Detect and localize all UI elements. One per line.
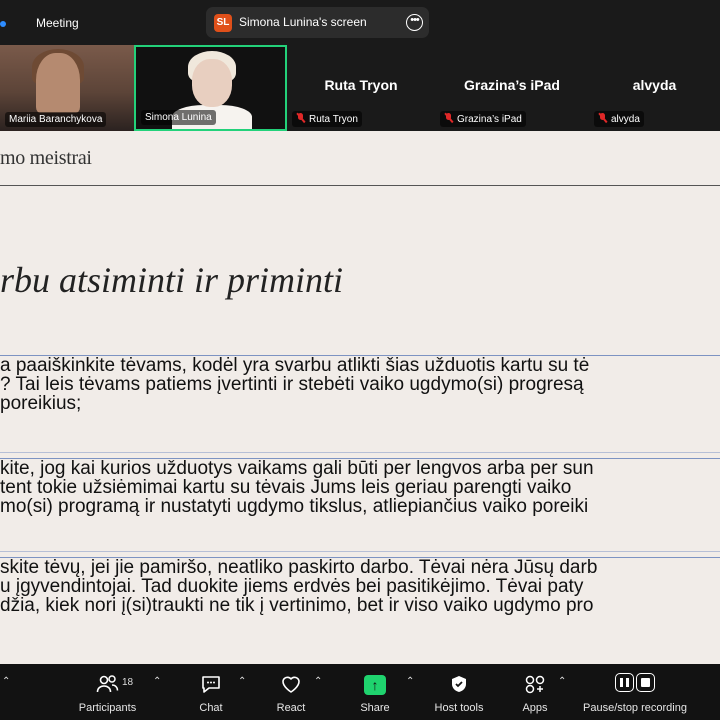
recording-label: Pause/stop recording bbox=[583, 702, 687, 714]
slide-text-block: kite, jog kai kurios užduotys vaikams ga… bbox=[0, 458, 720, 516]
slide-text-line: mo(si) programą ir nustatyti ugdymo tiks… bbox=[0, 496, 589, 516]
participant-tile-ruta[interactable]: Ruta Tryon Ruta Tryon bbox=[287, 45, 435, 131]
block-divider bbox=[0, 551, 720, 552]
participant-tile-grazina[interactable]: Grazina’s iPad Grazina’s iPad bbox=[435, 45, 589, 131]
slide-text-line: džia, kiek nori į(si)traukti ne tik į ve… bbox=[0, 595, 594, 615]
react-button[interactable]: React bbox=[266, 664, 316, 720]
slide-text-line: skite tėvų, jei jie pamiršo, neatliko pa… bbox=[0, 557, 598, 578]
participant-name-tag: alvyda bbox=[594, 111, 644, 127]
record-controls-icon bbox=[614, 673, 656, 698]
participants-icon bbox=[96, 674, 120, 700]
participant-video-person bbox=[36, 53, 80, 113]
participant-name-tag: Mariia Baranchykova bbox=[5, 112, 107, 127]
slide-brand: mo meistrai bbox=[0, 147, 92, 169]
chevron-up-icon[interactable]: ⌃ bbox=[314, 676, 322, 687]
slide-text-block: skite tėvų, jei jie pamiršo, neatliko pa… bbox=[0, 557, 720, 615]
slide-text-line: a paaiškinkite tėvams, kodėl yra svarbu … bbox=[0, 355, 590, 376]
slide-text-block: a paaiškinkite tėvams, kodėl yra svarbu … bbox=[0, 355, 720, 413]
chevron-up-icon[interactable]: ⌃ bbox=[238, 676, 246, 687]
meeting-status-dot bbox=[0, 20, 6, 27]
participant-video-person bbox=[192, 59, 232, 107]
brand-divider bbox=[0, 185, 720, 186]
share-label: Share bbox=[360, 702, 390, 714]
sharer-avatar: SL bbox=[214, 14, 232, 32]
slide-text-line: ? Tai leis tėvams patiems įvertinti ir s… bbox=[0, 374, 584, 395]
meeting-label: Meeting bbox=[36, 16, 79, 30]
participant-name-tag: Simona Lunina bbox=[141, 110, 216, 125]
participants-label: Participants bbox=[78, 702, 137, 714]
participant-display-name: alvyda bbox=[632, 77, 677, 93]
apps-button[interactable]: Apps bbox=[512, 664, 558, 720]
participants-button[interactable]: 18 Participants bbox=[70, 664, 145, 720]
shared-screen: mo meistrai rbu atsiminti ir priminti a … bbox=[0, 131, 720, 664]
host-tools-label: Host tools bbox=[434, 702, 484, 714]
participant-name-tag: Grazina’s iPad bbox=[440, 111, 526, 127]
chevron-up-icon[interactable]: ⌃ bbox=[558, 676, 566, 687]
more-options-icon[interactable]: ••• bbox=[406, 14, 423, 31]
apps-label: Apps bbox=[522, 702, 548, 714]
slide-text-line: kite, jog kai kurios užduotys vaikams ga… bbox=[0, 458, 594, 479]
participant-tile-mariia[interactable]: Mariia Baranchykova bbox=[0, 45, 134, 131]
stop-icon[interactable] bbox=[636, 673, 655, 692]
host-tools-button[interactable]: Host tools bbox=[428, 664, 490, 720]
participant-strip: Mariia Baranchykova Simona Lunina Ruta T… bbox=[0, 45, 720, 131]
block-divider bbox=[0, 452, 720, 453]
screen-share-indicator[interactable]: SL Simona Lunina's screen ••• bbox=[206, 7, 429, 38]
meeting-toolbar: ⌃ 18 Participants ⌃ Chat ⌃ React ⌃ ↑ Sha… bbox=[0, 664, 720, 720]
participant-tile-simona[interactable]: Simona Lunina bbox=[134, 45, 287, 131]
muted-mic-icon bbox=[296, 113, 305, 123]
shield-icon bbox=[449, 674, 469, 700]
pause-icon[interactable] bbox=[615, 673, 634, 692]
chevron-up-icon[interactable]: ⌃ bbox=[153, 676, 161, 687]
slide-text-line: u įgyvendintojai. Tad duokite jiems erdv… bbox=[0, 576, 584, 597]
slide-text-line: tent tokie užsiėmimai kartu su tėvais Ju… bbox=[0, 477, 572, 498]
share-button[interactable]: ↑ Share bbox=[350, 664, 400, 720]
top-bar: Meeting SL Simona Lunina's screen ••• bbox=[0, 0, 720, 45]
meeting-title: Meeting bbox=[0, 0, 79, 45]
slide-title: rbu atsiminti ir priminti bbox=[0, 260, 344, 300]
participant-tile-alvyda[interactable]: alvyda alvyda bbox=[589, 45, 720, 131]
participants-count: 18 bbox=[122, 677, 134, 688]
chat-label: Chat bbox=[199, 702, 223, 714]
react-label: React bbox=[276, 702, 306, 714]
slide-text-line: poreikius; bbox=[0, 393, 82, 413]
chevron-up-icon[interactable]: ⌃ bbox=[2, 676, 10, 687]
chat-icon bbox=[200, 674, 222, 700]
participant-display-name: Ruta Tryon bbox=[324, 77, 398, 93]
apps-icon bbox=[524, 674, 546, 700]
chevron-up-icon[interactable]: ⌃ bbox=[406, 676, 414, 687]
participant-name-tag: Ruta Tryon bbox=[292, 111, 362, 127]
muted-mic-icon bbox=[444, 113, 453, 123]
heart-icon bbox=[280, 674, 302, 700]
screen-share-label: Simona Lunina's screen bbox=[239, 15, 367, 29]
chat-button[interactable]: Chat bbox=[186, 664, 236, 720]
share-arrow-icon: ↑ bbox=[364, 674, 386, 696]
pause-stop-recording-button[interactable]: Pause/stop recording bbox=[578, 664, 692, 720]
muted-mic-icon bbox=[598, 113, 607, 123]
participant-display-name: Grazina’s iPad bbox=[464, 77, 560, 93]
